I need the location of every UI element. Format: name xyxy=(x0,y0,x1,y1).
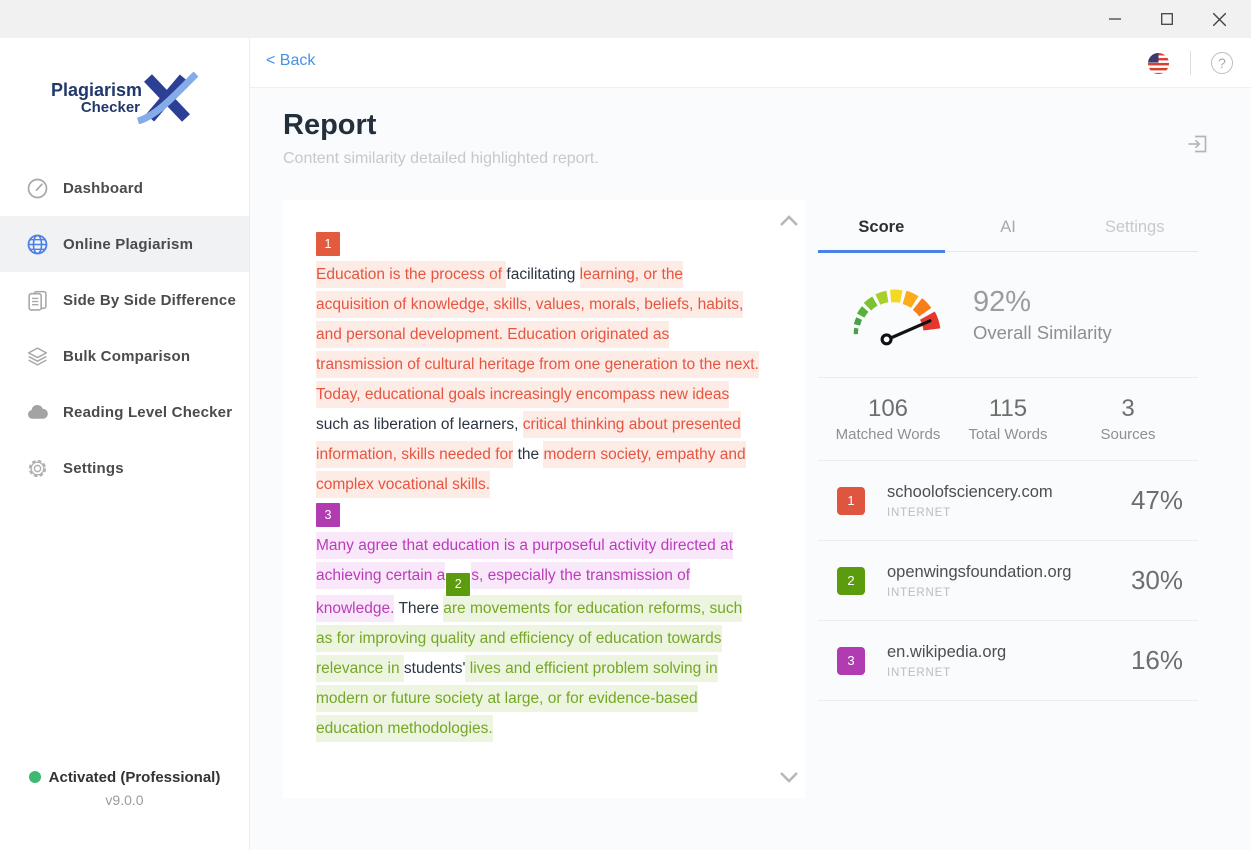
paragraph-text: Many agree that education is a purposefu… xyxy=(316,531,759,744)
topbar: < Back xyxy=(250,38,1251,88)
source-badge: 1 xyxy=(837,487,865,515)
tab-ai[interactable]: AI xyxy=(945,206,1072,253)
overall-similarity-block: 92% Overall Similarity xyxy=(818,252,1198,378)
source-row-2[interactable]: 2 openwingsfoundation.org INTERNET 30% xyxy=(818,541,1198,621)
stats-row: 106 Matched Words 115 Total Words 3 Sour… xyxy=(818,378,1198,461)
source-domain[interactable]: openwingsfoundation.org xyxy=(887,563,1071,582)
export-icon xyxy=(1186,132,1210,156)
topbar-divider xyxy=(1190,51,1191,75)
us-flag-icon xyxy=(1147,52,1170,75)
help-button[interactable]: ? xyxy=(1211,52,1233,74)
source-type: INTERNET xyxy=(887,587,1071,599)
page-subtitle: Content similarity detailed highlighted … xyxy=(283,150,599,168)
sidebar-item-online-plagiarism[interactable]: Online Plagiarism xyxy=(0,216,249,272)
text-segment-plain: the xyxy=(513,441,543,468)
sidebar-item-reading-level[interactable]: Reading Level Checker xyxy=(0,384,249,440)
stat-label: Total Words xyxy=(948,426,1068,443)
logo-text-top: Plagiarism xyxy=(51,80,142,100)
sidebar-item-bulk-comparison[interactable]: Bulk Comparison xyxy=(0,328,249,384)
stat-value: 3 xyxy=(1068,395,1188,423)
source-badge: 2 xyxy=(837,567,865,595)
match-badge[interactable]: 1 xyxy=(316,232,340,256)
sidebar-item-label: Reading Level Checker xyxy=(63,404,232,421)
logo-text-bottom: Checker xyxy=(51,100,142,117)
cloud-icon xyxy=(26,401,49,424)
sidebar-item-settings[interactable]: Settings xyxy=(0,440,249,496)
source-row-3[interactable]: 3 en.wikipedia.org INTERNET 16% xyxy=(818,621,1198,701)
source-row-1[interactable]: 1 schoolofsciencery.com INTERNET 47% xyxy=(818,461,1198,541)
sidebar-item-dashboard[interactable]: Dashboard xyxy=(0,160,249,216)
chevron-up-icon xyxy=(779,215,799,227)
maximize-button[interactable] xyxy=(1141,0,1193,38)
sidebar: Plagiarism Checker Dashboard xyxy=(0,38,250,850)
text-segment-plain: facilitating xyxy=(506,261,579,288)
layers-icon xyxy=(26,345,49,368)
overall-similarity-label: Overall Similarity xyxy=(973,322,1112,344)
match-badge-inline[interactable]: 2 xyxy=(446,573,470,596)
stat-value: 115 xyxy=(948,395,1068,423)
source-domain[interactable]: en.wikipedia.org xyxy=(887,643,1006,662)
app-logo: Plagiarism Checker xyxy=(0,72,249,124)
chevron-down-icon xyxy=(779,771,799,783)
overall-similarity-percent: 92% xyxy=(973,286,1112,319)
paragraph-text: Education is the process of facilitating… xyxy=(316,260,759,500)
stat-value: 106 xyxy=(828,395,948,423)
sidebar-nav: Dashboard Online Plagiarism xyxy=(0,160,249,496)
stat-label: Sources xyxy=(1068,426,1188,443)
source-type: INTERNET xyxy=(887,667,1006,679)
minimize-button[interactable] xyxy=(1089,0,1141,38)
source-domain[interactable]: schoolofsciencery.com xyxy=(887,483,1053,502)
sidebar-item-side-by-side[interactable]: Side By Side Difference xyxy=(0,272,249,328)
help-icon: ? xyxy=(1218,55,1226,71)
maximize-icon xyxy=(1161,13,1173,25)
stat-label: Matched Words xyxy=(828,426,948,443)
logo-x-mark-icon xyxy=(134,72,198,124)
text-segment-plain: There xyxy=(394,595,443,622)
stat-matched-words: 106 Matched Words xyxy=(828,395,948,443)
scroll-up-button[interactable] xyxy=(776,210,802,232)
language-flag-button[interactable] xyxy=(1147,52,1170,75)
sidebar-item-label: Dashboard xyxy=(63,180,143,197)
close-icon xyxy=(1213,13,1226,26)
app-version: v9.0.0 xyxy=(0,792,249,808)
sidebar-item-label: Bulk Comparison xyxy=(63,348,190,365)
activated-status-dot xyxy=(29,771,41,783)
page-title: Report xyxy=(283,109,376,142)
license-status: Activated (Professional) v9.0.0 xyxy=(0,769,249,850)
close-button[interactable] xyxy=(1193,0,1245,38)
source-type: INTERNET xyxy=(887,507,1053,519)
source-percent: 16% xyxy=(1131,645,1183,676)
source-percent: 30% xyxy=(1131,565,1183,596)
match-badge[interactable]: 3 xyxy=(316,503,340,527)
stat-total-words: 115 Total Words xyxy=(948,395,1068,443)
text-segment-plain: such as liberation of learners, xyxy=(316,411,523,438)
tab-settings[interactable]: Settings xyxy=(1071,206,1198,253)
similarity-gauge-icon xyxy=(841,276,947,354)
back-link[interactable]: < Back xyxy=(266,52,315,70)
dashboard-gauge-icon xyxy=(26,177,49,200)
globe-icon xyxy=(26,233,49,256)
sidebar-item-label: Settings xyxy=(63,460,124,477)
window-title-bar xyxy=(0,0,1251,38)
text-segment-plain: students' xyxy=(404,655,466,682)
scroll-down-button[interactable] xyxy=(776,766,802,788)
activation-text: Activated (Professional) xyxy=(49,769,221,786)
export-report-button[interactable] xyxy=(1186,132,1210,156)
source-badge: 3 xyxy=(837,647,865,675)
stat-sources: 3 Sources xyxy=(1068,395,1188,443)
score-panel-tabs: Score AI Settings xyxy=(818,206,1198,252)
score-panel: Score AI Settings xyxy=(818,206,1198,701)
tab-score[interactable]: Score xyxy=(818,206,945,253)
documents-icon xyxy=(26,289,49,312)
source-percent: 47% xyxy=(1131,485,1183,516)
text-segment-red: Education is the process of xyxy=(316,261,506,288)
document-text: 1 Education is the process of facilitatin… xyxy=(316,232,765,747)
sidebar-item-label: Side By Side Difference xyxy=(63,292,236,309)
document-report-panel: 1 Education is the process of facilitatin… xyxy=(283,200,805,798)
sidebar-item-label: Online Plagiarism xyxy=(63,236,193,253)
gear-icon xyxy=(26,457,49,480)
minimize-icon xyxy=(1109,13,1121,25)
